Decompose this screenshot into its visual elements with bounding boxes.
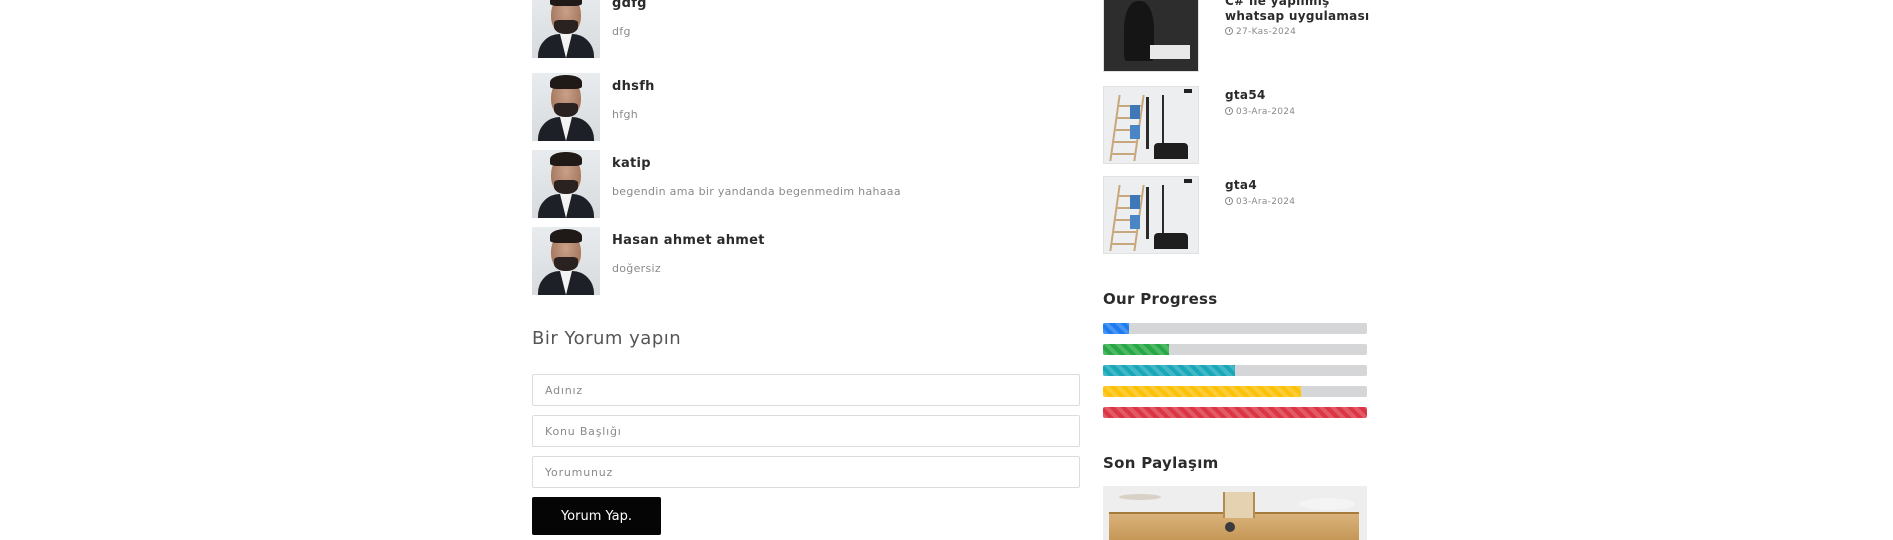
clock-icon [1225, 27, 1233, 35]
post-date-text: 03-Ara-2024 [1236, 197, 1296, 207]
progress-bar [1103, 365, 1367, 376]
commenter-avatar [532, 150, 600, 218]
last-share-image[interactable] [1103, 486, 1367, 540]
recent-post-item[interactable]: C# ile yapılmış whatsap uygulaması 27-Ka… [1103, 0, 1369, 74]
post-date: 27-Kas-2024 [1225, 27, 1296, 37]
post-thumbnail[interactable] [1103, 86, 1199, 164]
commenter-avatar [532, 0, 600, 58]
post-date: 03-Ara-2024 [1225, 107, 1295, 117]
progress-bar [1103, 386, 1367, 397]
progress-bar [1103, 344, 1367, 355]
comment-text: hfgh [612, 108, 638, 121]
post-title[interactable]: gta54 [1225, 88, 1266, 103]
commenter-name: gdfg [612, 0, 647, 11]
commenter-name: Hasan ahmet ahmet [612, 233, 765, 248]
comment-item: gdfg dfg [532, 0, 1082, 58]
progress-title: Our Progress [1103, 290, 1218, 308]
progress-bar-fill [1103, 365, 1235, 376]
commenter-name: katip [612, 156, 651, 171]
progress-bar [1103, 407, 1367, 418]
post-date-text: 03-Ara-2024 [1236, 107, 1296, 117]
subject-input[interactable] [532, 415, 1080, 447]
commenter-avatar [532, 227, 600, 295]
comment-input[interactable] [532, 456, 1080, 488]
post-date-text: 27-Kas-2024 [1236, 27, 1297, 37]
last-share-title: Son Paylaşım [1103, 454, 1219, 472]
post-title[interactable]: gta4 [1225, 178, 1257, 193]
comment-item: Hasan ahmet ahmet doğersiz [532, 227, 1082, 295]
comment-item: dhsfh hfgh [532, 73, 1082, 141]
progress-bar-fill [1103, 323, 1130, 334]
progress-bar-fill [1103, 344, 1169, 355]
progress-bar-fill [1103, 407, 1367, 418]
recent-post-item[interactable]: gta54 03-Ara-2024 [1103, 86, 1363, 166]
name-input[interactable] [532, 374, 1080, 406]
progress-bar-fill [1103, 386, 1301, 397]
post-thumbnail[interactable] [1103, 176, 1199, 254]
commenter-avatar [532, 73, 600, 141]
comment-text: begendin ama bir yandanda begenmedim hah… [612, 185, 901, 198]
commenter-name: dhsfh [612, 79, 655, 94]
post-date: 03-Ara-2024 [1225, 197, 1295, 207]
submit-comment-button[interactable]: Yorum Yap. [532, 497, 661, 535]
clock-icon [1225, 197, 1233, 205]
post-title[interactable]: C# ile yapılmış whatsap uygulaması [1225, 0, 1375, 24]
post-thumbnail[interactable] [1103, 0, 1199, 72]
comment-form-title: Bir Yorum yapın [532, 328, 682, 349]
clock-icon [1225, 107, 1233, 115]
comment-text: doğersiz [612, 262, 661, 275]
recent-post-item[interactable]: gta4 03-Ara-2024 [1103, 176, 1363, 256]
comment-item: katip begendin ama bir yandanda begenmed… [532, 150, 1082, 218]
comment-text: dfg [612, 25, 631, 38]
progress-bar [1103, 323, 1367, 334]
